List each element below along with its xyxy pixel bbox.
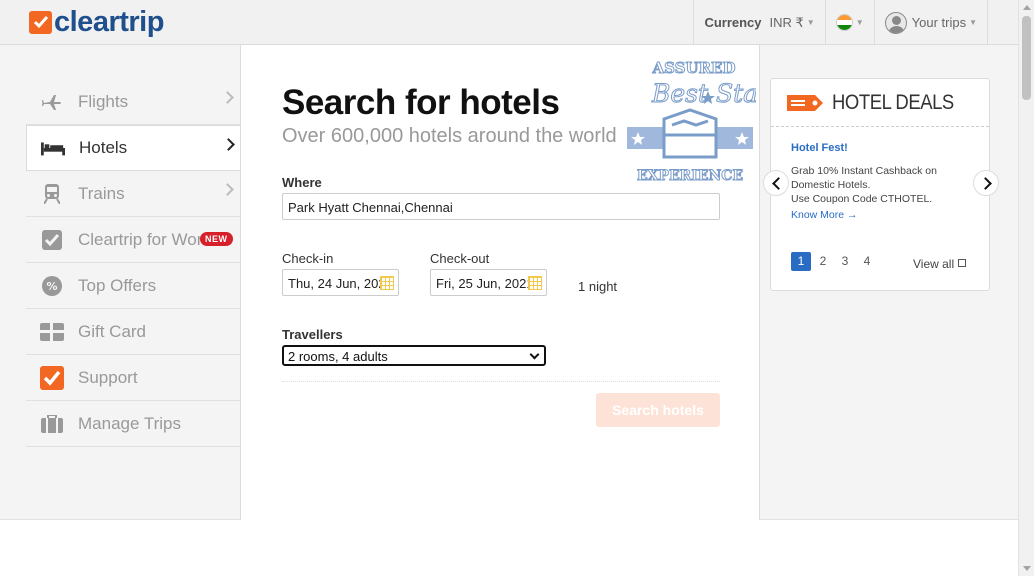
page-title: Search for hotels xyxy=(282,83,560,122)
svg-text:EXPERIENCE: EXPERIENCE xyxy=(637,168,743,184)
svg-text:Stay: Stay xyxy=(716,79,756,108)
svg-text:ASSURED: ASSURED xyxy=(652,59,736,77)
chevron-right-icon xyxy=(221,91,234,104)
deal-line: Grab 10% Instant Cashback on xyxy=(791,165,937,177)
sidebar-item-gift-card[interactable]: Gift Card xyxy=(26,309,240,355)
sidebar-nav: Flights Hotels Trains Cleartrip for Work… xyxy=(26,79,241,447)
travellers-value: 2 rooms, 4 adults xyxy=(288,349,388,364)
percent-icon: % xyxy=(40,275,64,296)
page-subtitle: Over 600,000 hotels around the world xyxy=(282,125,617,147)
sidebar-item-label: Cleartrip for Work xyxy=(78,229,200,249)
sidebar-item-label: Gift Card xyxy=(78,321,147,341)
top-header: cleartrip Currency INR ₹ ▼ ▼ Your trips … xyxy=(0,0,1018,45)
logo-check-icon xyxy=(29,10,52,34)
chevron-down-icon xyxy=(529,349,540,360)
sidebar-item-label: Trains xyxy=(78,183,125,203)
sidebar-item-flights[interactable]: Flights xyxy=(26,79,240,125)
deal-name[interactable]: Hotel Fest! xyxy=(791,142,848,154)
sidebar-item-top-offers[interactable]: % Top Offers xyxy=(26,263,240,309)
checkin-value: Thu, 24 Jun, 2021 xyxy=(288,276,393,291)
chevron-right-icon xyxy=(222,138,235,151)
deal-description: Grab 10% Instant Cashback on Domestic Ho… xyxy=(791,164,976,206)
next-deal-button[interactable] xyxy=(973,170,999,196)
chevron-down-icon: ▼ xyxy=(855,18,864,27)
deals-title: HOTEL DEALS xyxy=(832,90,954,114)
scroll-up-icon[interactable] xyxy=(1023,5,1031,10)
train-icon xyxy=(40,183,64,204)
sidebar-item-trains[interactable]: Trains xyxy=(26,171,240,217)
view-all-label: View all xyxy=(913,257,955,271)
sidebar-item-label: Manage Trips xyxy=(78,413,181,433)
page-button-2[interactable]: 2 xyxy=(813,252,833,271)
sidebar-item-label: Support xyxy=(78,367,138,387)
calendar-icon[interactable] xyxy=(380,276,394,290)
view-all-link[interactable]: View all xyxy=(913,257,967,271)
hotel-deals-card: HOTEL DEALS Hotel Fest! Grab 10% Instant… xyxy=(763,78,999,291)
sidebar-item-hotels[interactable]: Hotels xyxy=(26,125,241,171)
svg-text:%: % xyxy=(46,280,57,293)
your-trips-menu[interactable]: Your trips ▼ xyxy=(873,0,988,45)
page-button-1[interactable]: 1 xyxy=(791,252,811,271)
page-button-3[interactable]: 3 xyxy=(835,252,855,271)
cleartrip-logo[interactable]: cleartrip xyxy=(29,7,164,37)
country-selector[interactable]: ▼ xyxy=(824,0,874,45)
sidebar-item-manage-trips[interactable]: Manage Trips xyxy=(26,401,240,447)
plane-icon xyxy=(40,92,64,112)
india-flag-icon xyxy=(835,14,853,31)
deal-line: Use Coupon Code CTHOTEL. xyxy=(791,193,933,205)
assured-best-stay-stamp: ASSURED Best Stay EXPERIENCE xyxy=(627,59,756,185)
chevron-down-icon: ▼ xyxy=(806,18,815,27)
chevron-down-icon: ▼ xyxy=(969,18,977,27)
support-icon xyxy=(40,365,64,390)
checkin-label: Check-in xyxy=(282,251,334,266)
chevron-right-icon xyxy=(221,183,234,196)
check-icon xyxy=(40,229,64,250)
checkout-input[interactable]: Fri, 25 Jun, 2021 xyxy=(430,269,547,296)
search-hotels-button[interactable]: Search hotels xyxy=(596,393,720,427)
gift-card-icon xyxy=(40,322,64,342)
deals-header: HOTEL DEALS xyxy=(771,79,989,127)
sidebar-item-label: Flights xyxy=(78,91,129,111)
logo-text: cleartrip xyxy=(54,6,164,38)
svg-text:Best: Best xyxy=(651,79,709,108)
travellers-select[interactable]: 2 rooms, 4 adults xyxy=(282,345,546,366)
sidebar-item-label: Top Offers xyxy=(78,275,157,295)
know-more-link[interactable]: Know More → xyxy=(791,209,858,221)
previous-deal-button[interactable] xyxy=(763,170,789,196)
your-trips-label: Your trips xyxy=(911,15,967,30)
sidebar-item-label: Hotels xyxy=(79,138,128,157)
currency-selector[interactable]: Currency INR ₹ ▼ xyxy=(693,0,824,45)
briefcase-icon xyxy=(40,414,64,434)
checkout-value: Fri, 25 Jun, 2021 xyxy=(436,276,534,291)
nights-count: 1 night xyxy=(578,279,618,294)
sidebar-item-cleartrip-for-work[interactable]: Cleartrip for Work NEW xyxy=(26,217,240,263)
where-label: Where xyxy=(282,175,322,190)
bed-icon xyxy=(41,138,65,158)
page-scrollbar[interactable] xyxy=(1018,0,1034,576)
travellers-label: Travellers xyxy=(282,327,343,342)
currency-value: INR ₹ xyxy=(769,14,804,30)
deals-pager: 1 2 3 4 xyxy=(791,252,879,271)
external-link-icon xyxy=(958,259,967,267)
scroll-thumb[interactable] xyxy=(1022,16,1031,100)
new-badge: NEW xyxy=(200,232,233,246)
sidebar-item-support[interactable]: Support xyxy=(26,355,240,401)
user-avatar-icon xyxy=(884,11,907,34)
currency-label: Currency xyxy=(704,15,762,30)
checkout-label: Check-out xyxy=(430,251,490,266)
where-input[interactable]: Park Hyatt Chennai,Chennai xyxy=(282,193,720,220)
form-divider xyxy=(282,381,720,382)
tag-icon xyxy=(787,94,823,111)
scroll-down-icon[interactable] xyxy=(1023,566,1031,571)
deal-line: Domestic Hotels. xyxy=(791,179,871,191)
page-button-4[interactable]: 4 xyxy=(857,252,877,271)
hotel-search-panel: Search for hotels Over 600,000 hotels ar… xyxy=(240,45,760,520)
checkin-input[interactable]: Thu, 24 Jun, 2021 xyxy=(282,269,399,296)
calendar-icon[interactable] xyxy=(528,276,542,290)
